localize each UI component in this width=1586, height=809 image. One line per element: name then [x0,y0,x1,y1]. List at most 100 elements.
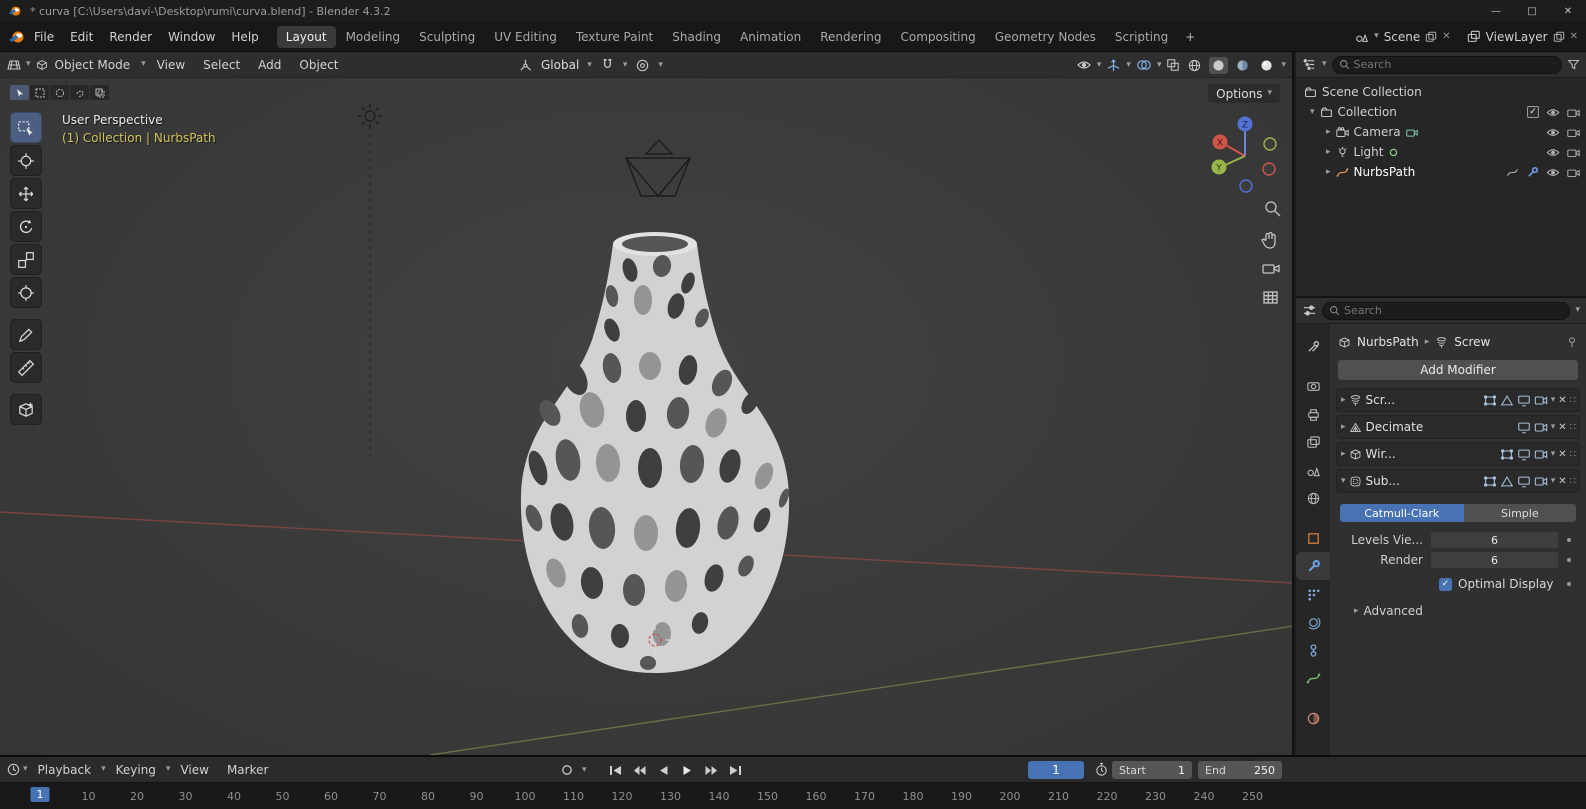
ruler-tick[interactable]: 50 [276,790,290,803]
hide-eye-icon[interactable] [1546,167,1560,178]
new-scene-icon[interactable] [1425,31,1437,43]
jump-to-start-button[interactable] [607,761,625,779]
ruler-tick[interactable]: 210 [1048,790,1069,803]
tool-transform[interactable] [10,277,42,308]
chevron-down-icon[interactable]: ▾ [1551,395,1556,405]
ruler-tick[interactable]: 30 [179,790,193,803]
chevron-down-icon[interactable]: ▾ [582,765,587,775]
end-frame-field[interactable]: End 250 [1198,761,1282,779]
current-frame-indicator[interactable]: 1 [30,787,50,802]
viewport-canvas[interactable]: Z X Y User Perspective (1) Collection | … [0,78,1292,755]
outliner-search-input[interactable] [1353,58,1555,71]
ruler-tick[interactable]: 190 [951,790,972,803]
ruler-tick[interactable]: 100 [515,790,536,803]
tab-layout[interactable]: Layout [276,25,336,48]
tool-select-box[interactable] [10,112,42,143]
properties-search-input[interactable] [1344,304,1564,317]
minimize-button[interactable]: — [1478,0,1514,22]
select-tweak-button[interactable] [10,85,29,100]
unlink-scene-icon[interactable]: ✕ [1442,31,1450,42]
ruler-tick[interactable]: 90 [470,790,484,803]
advanced-section[interactable]: ▸ Advanced [1354,604,1580,618]
ruler-tick[interactable]: 70 [373,790,387,803]
outliner-row-nurbspath[interactable]: ▸ NurbsPath [1296,162,1586,182]
select-circle-button[interactable] [50,85,69,100]
menu-keying[interactable]: Keying [108,757,164,782]
editor-type-icon[interactable] [6,57,22,73]
add-modifier-button[interactable]: Add Modifier [1338,360,1578,380]
new-viewlayer-icon[interactable] [1553,31,1565,43]
modifier-row-wireframe[interactable]: ▸ Wir... ▾ ✕ ∷ [1336,442,1580,466]
levels-render-field[interactable]: 6 [1431,552,1558,568]
menu-edit[interactable]: Edit [62,22,101,51]
ruler-tick[interactable]: 120 [612,790,633,803]
ruler-tick[interactable]: 240 [1194,790,1215,803]
levels-viewport-field[interactable]: 6 [1431,532,1558,548]
menu-select[interactable]: Select [196,52,247,77]
ruler-tick[interactable]: 20 [130,790,144,803]
delete-modifier-icon[interactable]: ✕ [1558,422,1566,433]
chevron-down-icon[interactable]: ▾ [623,60,628,70]
next-keyframe-button[interactable] [703,761,721,779]
ruler-tick[interactable]: 250 [1242,790,1263,803]
disable-render-camera-icon[interactable] [1567,127,1580,138]
modifier-row-subdivision[interactable]: ▾ Sub... ▾ ✕ ∷ [1336,469,1580,493]
proportional-editing-icon[interactable] [635,58,650,73]
start-frame-field[interactable]: Start 1 [1112,761,1192,779]
breadcrumb-modifier[interactable]: Screw [1454,335,1490,349]
pan-hand-icon[interactable] [1261,231,1276,249]
disable-render-camera-icon[interactable] [1567,167,1580,178]
chevron-down-icon[interactable]: ▾ [1126,60,1131,70]
edit-mode-toggle-icon[interactable] [1500,448,1514,461]
tool-cursor[interactable] [10,145,42,176]
tab-shading[interactable]: Shading [663,26,730,48]
chevron-right-icon[interactable]: ▸ [1326,127,1331,137]
zoom-icon[interactable] [1265,201,1281,217]
menu-timeline-view[interactable]: View [172,757,216,782]
chevron-right-icon[interactable]: ▸ [1341,395,1346,405]
collection-checkbox[interactable]: ✓ [1527,106,1539,118]
delete-modifier-icon[interactable]: ✕ [1558,395,1566,406]
outliner-row-light[interactable]: ▸ Light [1296,142,1586,162]
nav-gizmo[interactable]: Z X Y [1211,116,1277,193]
animate-dot[interactable] [1567,538,1571,542]
delete-modifier-icon[interactable]: ✕ [1558,476,1566,487]
tab-view-layer[interactable] [1296,428,1330,456]
play-reverse-button[interactable] [655,761,673,779]
tab-texture-paint[interactable]: Texture Paint [567,26,662,48]
tab-geometry-nodes[interactable]: Geometry Nodes [986,26,1105,48]
outliner-row-collection[interactable]: ▾ Collection ✓ [1296,102,1586,122]
catmull-clark-button[interactable]: Catmull-Clark [1340,504,1464,522]
tab-animation[interactable]: Animation [731,26,810,48]
select-box-button[interactable] [30,85,49,100]
visibility-icon[interactable] [1076,58,1092,72]
menu-marker[interactable]: Marker [219,757,276,782]
animate-dot[interactable] [1567,582,1571,586]
previous-keyframe-button[interactable] [631,761,649,779]
snap-magnet-icon[interactable] [600,58,615,73]
ruler-tick[interactable]: 180 [903,790,924,803]
tab-tool[interactable] [1296,332,1330,360]
chevron-down-icon[interactable]: ▾ [1575,306,1580,315]
tab-modifiers[interactable] [1296,552,1330,580]
realtime-display-toggle-icon[interactable] [1517,394,1531,407]
hide-eye-icon[interactable] [1546,127,1560,138]
ruler-tick[interactable]: 10 [82,790,96,803]
menu-help[interactable]: Help [223,22,266,51]
tool-scale[interactable] [10,244,42,275]
tab-constraints[interactable] [1296,636,1330,664]
chevron-down-icon[interactable]: ▾ [1310,107,1315,117]
drag-handle-icon[interactable]: ∷ [1570,395,1576,406]
chevron-down-icon[interactable]: ▾ [1551,476,1556,486]
select-intersect-button[interactable] [90,85,109,100]
scene-selector[interactable]: ▾ Scene ✕ [1355,30,1451,44]
tab-physics[interactable] [1296,608,1330,636]
tab-scripting[interactable]: Scripting [1106,26,1177,48]
drag-handle-icon[interactable]: ∷ [1570,476,1576,487]
outliner-row-scene-collection[interactable]: Scene Collection [1296,82,1586,102]
tool-annotate[interactable] [10,319,42,350]
ruler-tick[interactable]: 230 [1145,790,1166,803]
outliner-row-camera[interactable]: ▸ Camera [1296,122,1586,142]
blender-menu-icon[interactable] [8,29,26,45]
ruler-tick[interactable]: 220 [1097,790,1118,803]
